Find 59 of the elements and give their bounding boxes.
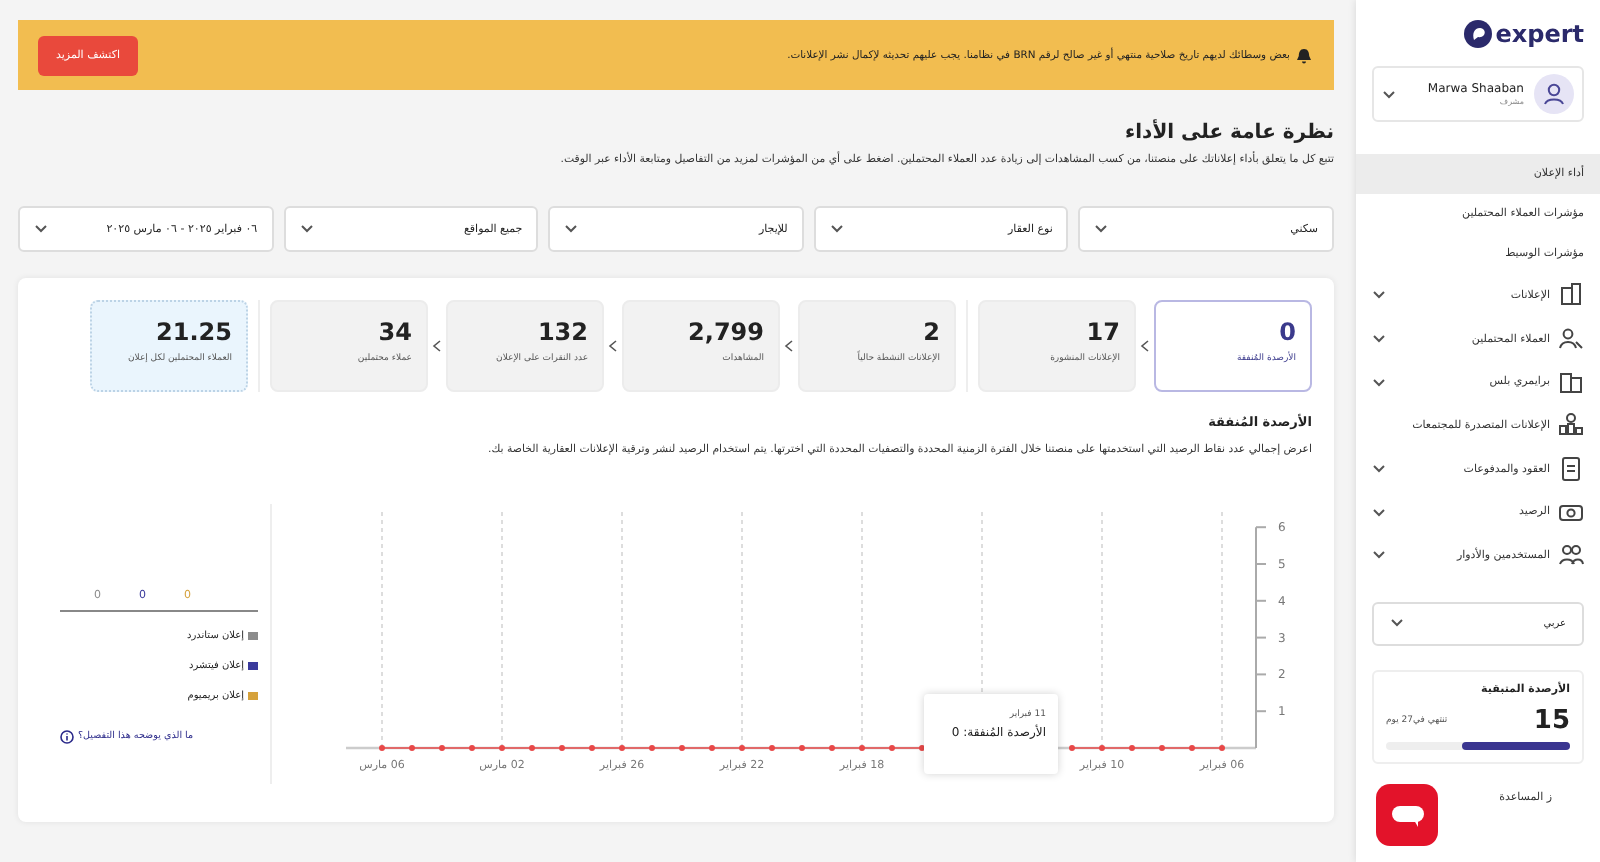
data-point — [859, 745, 865, 751]
people-icon — [1558, 542, 1584, 569]
chat-button[interactable] — [1376, 784, 1438, 846]
chevron-down-icon — [829, 224, 844, 234]
data-point — [619, 745, 625, 751]
page-title: نظرة عامة على الأداء — [1123, 122, 1334, 144]
chevron-left-icon — [1140, 340, 1150, 352]
podium-icon — [1558, 412, 1584, 439]
data-point — [649, 745, 655, 751]
data-point — [1129, 745, 1135, 751]
avatar-icon — [1534, 74, 1574, 114]
buildings-icon — [1558, 282, 1584, 309]
metric-value: 2 — [921, 318, 940, 346]
data-point — [919, 745, 925, 751]
data-point — [1069, 745, 1075, 751]
metric-value: 34 — [376, 318, 412, 346]
chevron-down-icon — [1094, 224, 1109, 234]
data-point — [439, 745, 445, 751]
chevron-down-icon — [1382, 89, 1396, 99]
chevron-left-icon — [784, 340, 794, 352]
document-icon — [1558, 456, 1584, 483]
person-icon — [1558, 326, 1584, 353]
data-point — [709, 745, 715, 751]
data-point — [499, 745, 505, 751]
chevron-down-icon — [34, 224, 49, 234]
metric-value: 132 — [535, 318, 588, 346]
data-point — [799, 745, 805, 751]
metric-value: 2,799 — [686, 318, 764, 346]
data-point — [589, 745, 595, 751]
data-point — [409, 745, 415, 751]
chat-bubble-icon — [1389, 803, 1425, 827]
data-point — [889, 745, 895, 751]
logo-icon — [1463, 20, 1492, 48]
data-point — [1099, 745, 1105, 751]
metric-value: 17 — [1084, 318, 1120, 346]
bell-icon — [1296, 47, 1312, 63]
chevron-down-icon — [564, 224, 579, 234]
chevron-left-icon — [432, 340, 442, 352]
data-point — [1219, 745, 1225, 751]
buildings-icon — [1558, 369, 1584, 396]
chevron-left-icon — [608, 340, 618, 352]
data-point — [1159, 745, 1165, 751]
metric-value: 21.25 — [154, 318, 232, 346]
info-icon — [60, 730, 74, 744]
chevron-down-icon — [299, 224, 314, 234]
logo-text: expert — [1495, 20, 1584, 48]
credits-amount: 15 — [1533, 705, 1570, 736]
data-point — [1189, 745, 1195, 751]
data-point — [739, 745, 745, 751]
data-point — [769, 745, 775, 751]
data-point — [529, 745, 535, 751]
chevron-down-icon — [1390, 618, 1404, 629]
data-point — [379, 745, 385, 751]
metric-value: 0 — [1277, 318, 1296, 346]
banknote-icon — [1558, 499, 1584, 526]
data-point — [559, 745, 565, 751]
data-point — [679, 745, 685, 751]
data-point — [469, 745, 475, 751]
data-point — [829, 745, 835, 751]
